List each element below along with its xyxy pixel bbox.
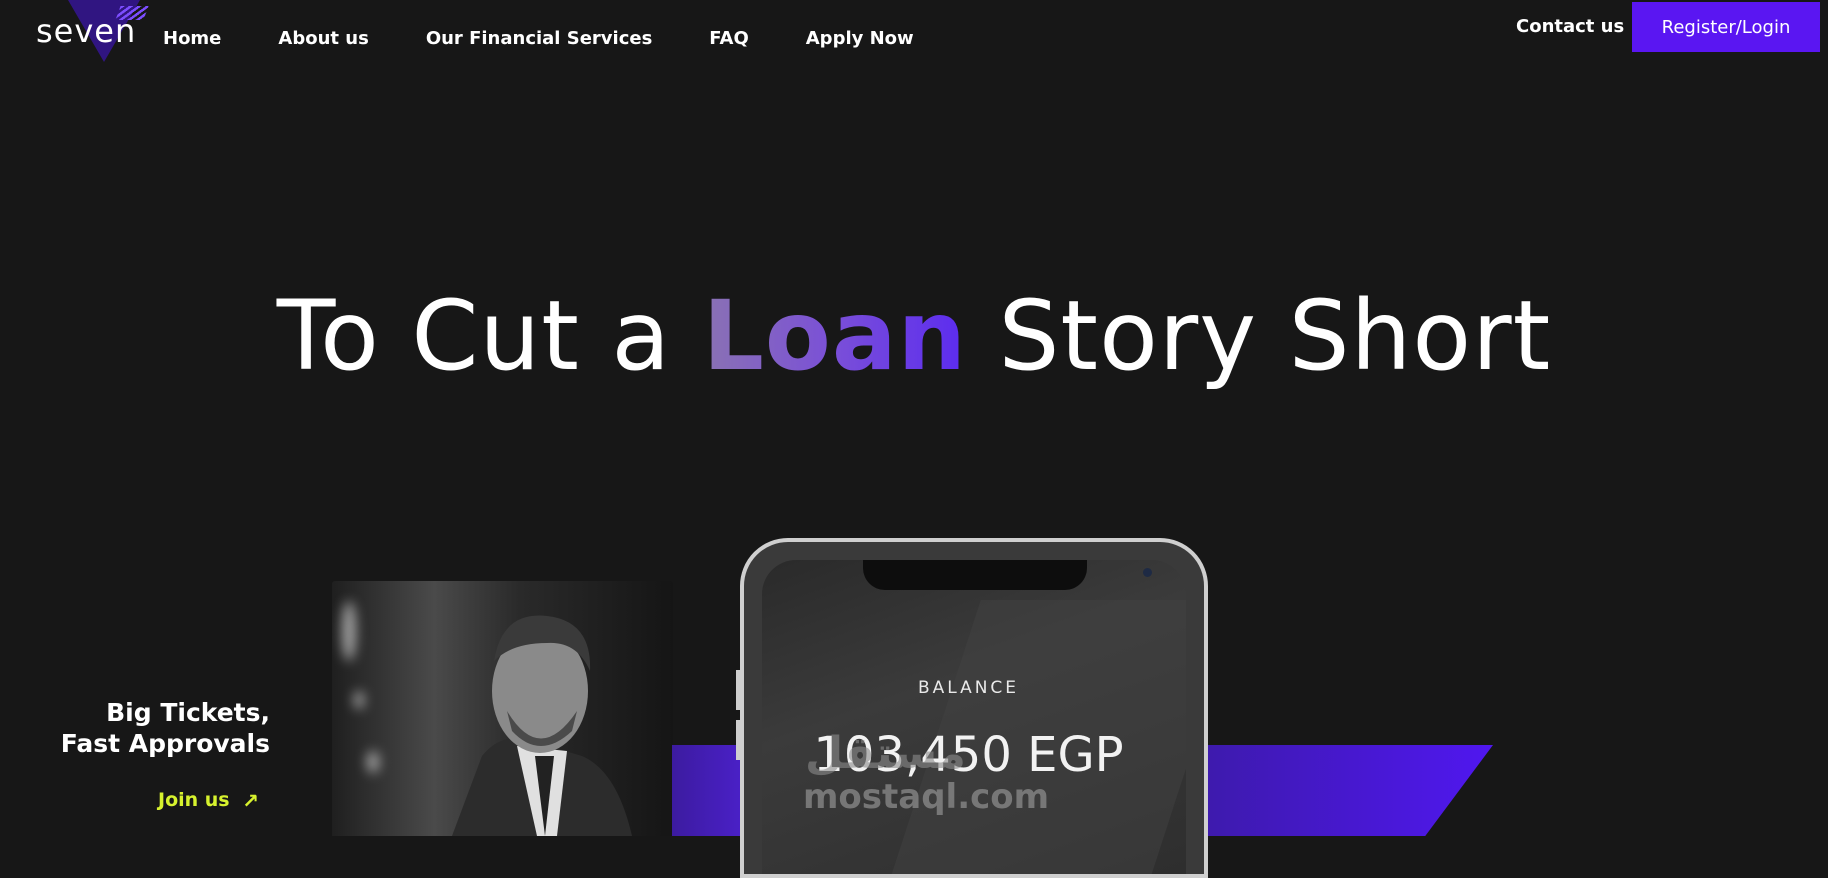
watermark-arabic: مستقل bbox=[805, 728, 966, 779]
logo-text: seven bbox=[36, 12, 137, 50]
hero-title-before: To Cut a bbox=[276, 280, 703, 392]
join-us-link[interactable]: Join us → bbox=[158, 786, 264, 815]
phone-notch bbox=[863, 560, 1152, 590]
watermark-text: mostaql.com bbox=[803, 777, 1050, 817]
register-login-button[interactable]: Register/Login bbox=[1632, 2, 1820, 52]
contact-us-link[interactable]: Contact us bbox=[1516, 16, 1624, 37]
hero-title-after: Story Short bbox=[966, 280, 1552, 392]
businessman-photo bbox=[332, 581, 673, 836]
businessman-figure bbox=[452, 615, 632, 836]
tagline-line-1: Big Tickets, bbox=[106, 698, 270, 727]
nav-apply-now[interactable]: Apply Now bbox=[806, 28, 914, 49]
camera-icon bbox=[1143, 568, 1152, 577]
phone-screen bbox=[762, 560, 1186, 874]
phone-mockup bbox=[740, 538, 1208, 878]
hero-title: To Cut a Loan Story Short bbox=[0, 280, 1828, 392]
nav-home[interactable]: Home bbox=[163, 28, 221, 49]
nav-about-us[interactable]: About us bbox=[278, 28, 368, 49]
join-us-label: Join us bbox=[158, 789, 230, 811]
logo[interactable]: seven bbox=[30, 0, 149, 62]
nav-financial-services[interactable]: Our Financial Services bbox=[426, 28, 652, 49]
balance-label: BALANCE bbox=[917, 678, 1020, 698]
main-nav: Home About us Our Financial Services FAQ… bbox=[163, 28, 971, 49]
nav-faq[interactable]: FAQ bbox=[709, 28, 748, 49]
arrow-up-right-icon: → bbox=[235, 785, 265, 815]
hero-title-highlight: Loan bbox=[702, 280, 967, 392]
